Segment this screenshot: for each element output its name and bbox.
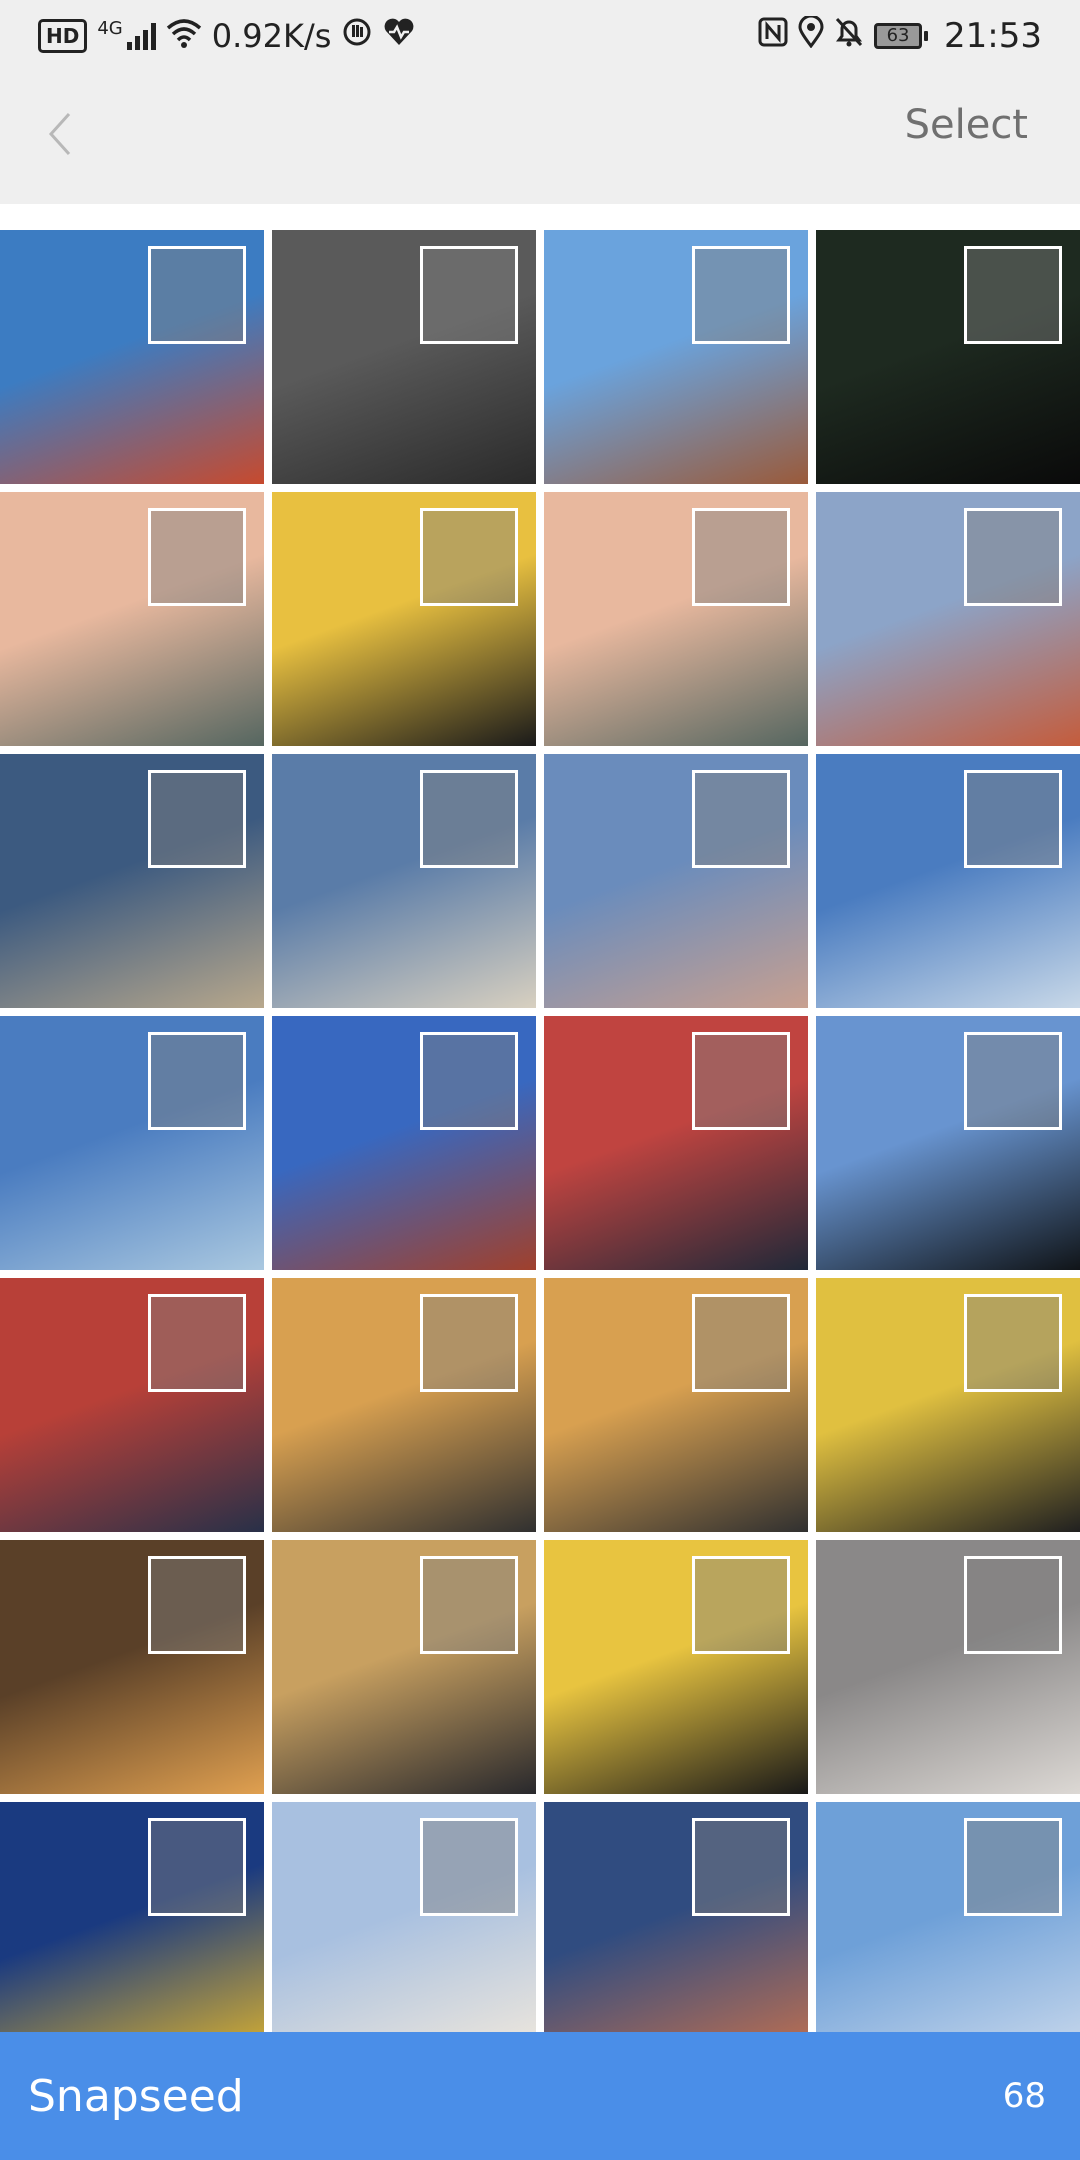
- network-speed: 0.92K/s: [211, 17, 332, 55]
- photo-thumbnail[interactable]: [272, 1802, 536, 2032]
- photo-thumbnail[interactable]: [816, 1016, 1080, 1270]
- select-checkbox[interactable]: [692, 1556, 790, 1654]
- battery-level: 63: [874, 23, 923, 49]
- select-checkbox[interactable]: [692, 508, 790, 606]
- network-type: 4G: [97, 17, 123, 39]
- select-checkbox[interactable]: [420, 1818, 518, 1916]
- album-name: Snapseed: [28, 2070, 244, 2122]
- health-icon: [383, 17, 415, 55]
- photo-thumbnail[interactable]: [0, 1016, 264, 1270]
- photo-count: 68: [1002, 2076, 1046, 2116]
- mute-icon: [834, 16, 864, 56]
- select-checkbox[interactable]: [420, 1556, 518, 1654]
- select-checkbox[interactable]: [964, 1556, 1062, 1654]
- photo-thumbnail[interactable]: [816, 1802, 1080, 2032]
- photo-thumbnail[interactable]: [0, 754, 264, 1008]
- select-checkbox[interactable]: [964, 1818, 1062, 1916]
- photo-thumbnail[interactable]: [0, 1278, 264, 1532]
- photo-thumbnail[interactable]: [272, 1540, 536, 1794]
- chevron-left-icon: [48, 112, 71, 156]
- photo-thumbnail[interactable]: [272, 1278, 536, 1532]
- status-left: HD 4G 0.92K/s: [38, 16, 415, 57]
- hd-icon: HD: [38, 19, 88, 53]
- select-checkbox[interactable]: [148, 246, 246, 344]
- select-checkbox[interactable]: [692, 770, 790, 868]
- select-checkbox[interactable]: [148, 508, 246, 606]
- nfc-icon: [758, 17, 788, 55]
- select-checkbox[interactable]: [692, 246, 790, 344]
- photo-thumbnail[interactable]: [816, 1278, 1080, 1532]
- photo-thumbnail[interactable]: [272, 230, 536, 484]
- photo-thumbnail[interactable]: [272, 1016, 536, 1270]
- clock: 21:53: [944, 16, 1042, 56]
- select-checkbox[interactable]: [420, 1032, 518, 1130]
- photo-thumbnail[interactable]: [816, 754, 1080, 1008]
- select-checkbox[interactable]: [692, 1032, 790, 1130]
- select-checkbox[interactable]: [692, 1294, 790, 1392]
- album-bar[interactable]: Snapseed 68: [0, 2032, 1080, 2160]
- photo-thumbnail[interactable]: [544, 492, 808, 746]
- nav-bar: Select: [0, 72, 1080, 204]
- photo-thumbnail[interactable]: [0, 492, 264, 746]
- photo-thumbnail[interactable]: [272, 492, 536, 746]
- status-right: 63 21:53: [758, 14, 1042, 56]
- select-checkbox[interactable]: [420, 1294, 518, 1392]
- signal-icon: [126, 22, 156, 50]
- select-checkbox[interactable]: [420, 770, 518, 868]
- photo-thumbnail[interactable]: [272, 754, 536, 1008]
- select-checkbox[interactable]: [964, 770, 1062, 868]
- battery-icon: 63: [874, 23, 929, 49]
- select-checkbox[interactable]: [964, 1032, 1062, 1130]
- status-bar: HD 4G 0.92K/s 63 21:53: [0, 0, 1080, 72]
- photo-thumbnail[interactable]: [544, 230, 808, 484]
- photo-thumbnail[interactable]: [544, 754, 808, 1008]
- select-checkbox[interactable]: [692, 1818, 790, 1916]
- photo-thumbnail[interactable]: [0, 1540, 264, 1794]
- photo-thumbnail[interactable]: [544, 1016, 808, 1270]
- select-checkbox[interactable]: [148, 1556, 246, 1654]
- photo-grid: [0, 230, 1080, 2032]
- select-button[interactable]: Select: [905, 102, 1028, 148]
- photo-thumbnail[interactable]: [816, 492, 1080, 746]
- select-checkbox[interactable]: [148, 1294, 246, 1392]
- select-checkbox[interactable]: [148, 1032, 246, 1130]
- data-saver-icon: [341, 16, 373, 56]
- photo-thumbnail[interactable]: [544, 1802, 808, 2032]
- select-checkbox[interactable]: [964, 246, 1062, 344]
- photo-thumbnail[interactable]: [816, 1540, 1080, 1794]
- select-checkbox[interactable]: [148, 770, 246, 868]
- select-checkbox[interactable]: [964, 508, 1062, 606]
- wifi-icon: [166, 16, 202, 57]
- photo-thumbnail[interactable]: [816, 230, 1080, 484]
- location-icon: [798, 14, 824, 56]
- select-checkbox[interactable]: [148, 1818, 246, 1916]
- photo-thumbnail[interactable]: [544, 1540, 808, 1794]
- select-checkbox[interactable]: [420, 508, 518, 606]
- select-checkbox[interactable]: [964, 1294, 1062, 1392]
- photo-thumbnail[interactable]: [544, 1278, 808, 1532]
- back-button[interactable]: [30, 104, 90, 164]
- photo-thumbnail[interactable]: [0, 230, 264, 484]
- select-checkbox[interactable]: [420, 246, 518, 344]
- photo-thumbnail[interactable]: [0, 1802, 264, 2032]
